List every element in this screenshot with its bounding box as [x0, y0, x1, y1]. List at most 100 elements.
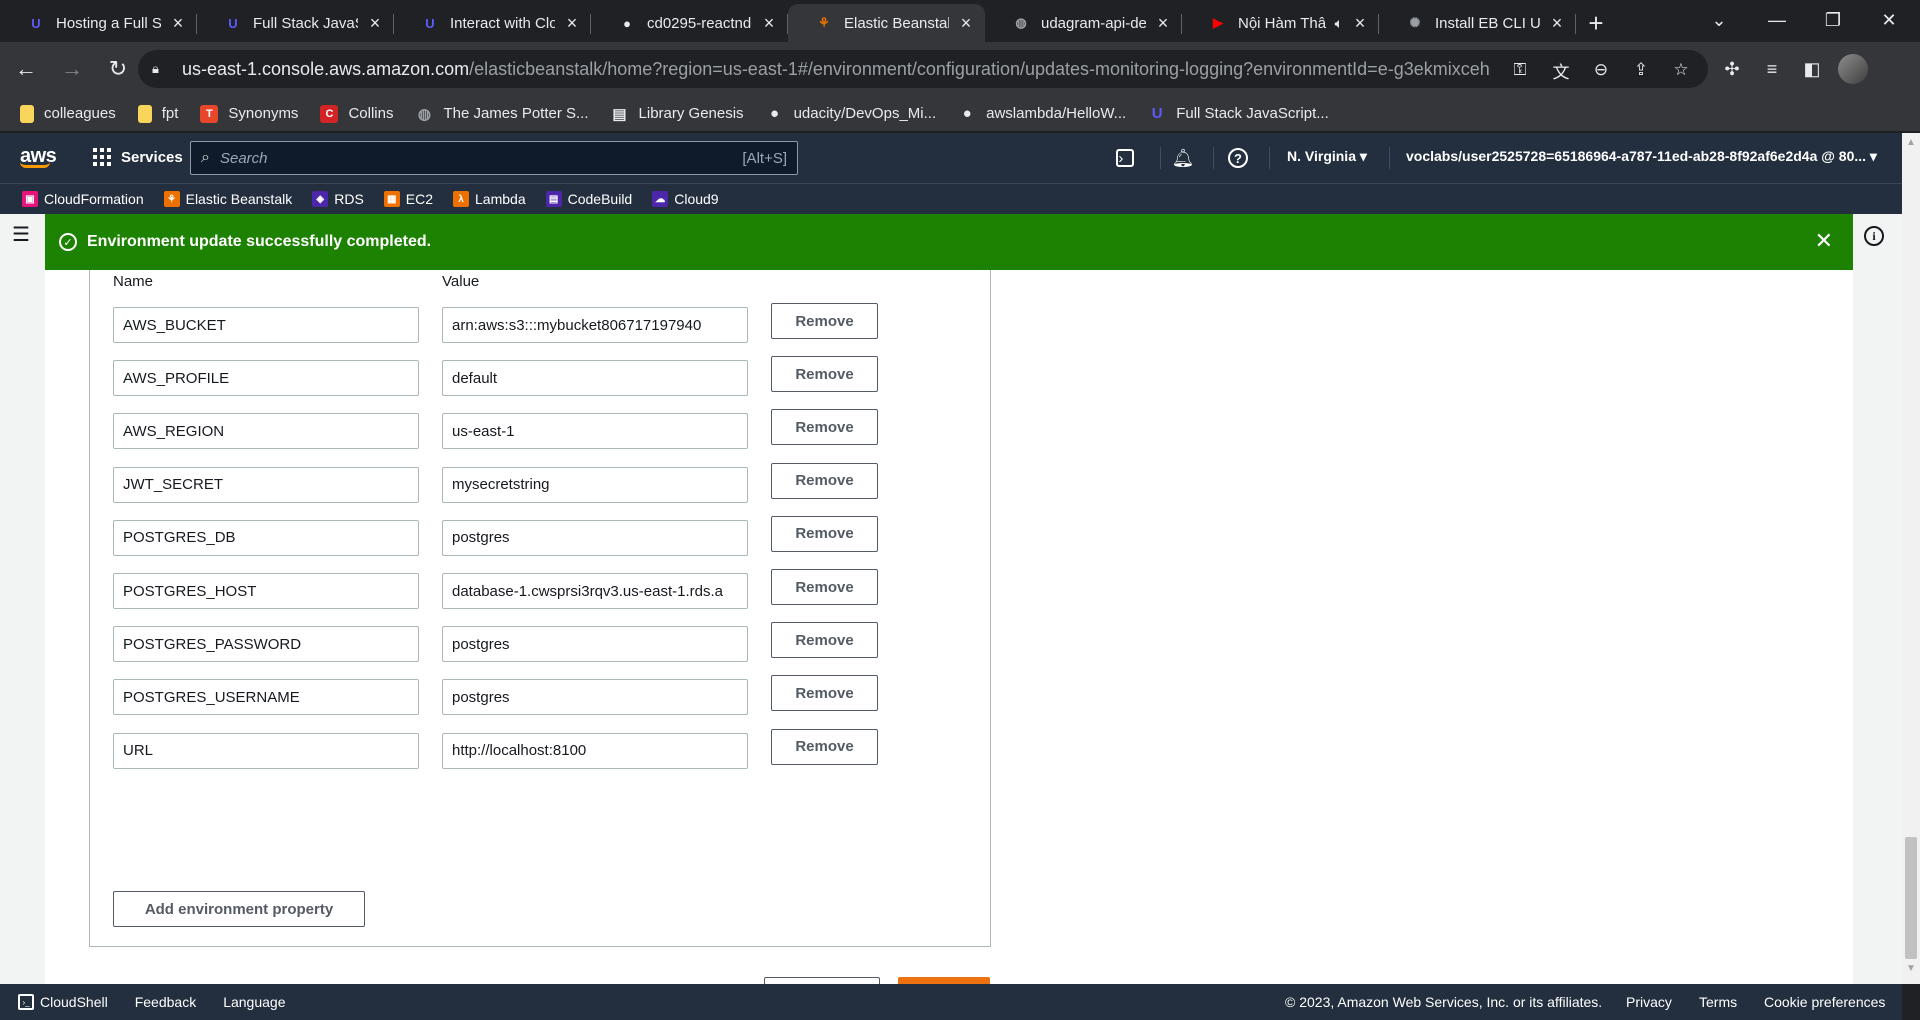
property-value-input[interactable]: us-east-1	[442, 413, 748, 450]
property-value-input[interactable]: default	[442, 360, 748, 397]
close-tab-icon[interactable]: ×	[563, 14, 581, 32]
restore-button[interactable]: ❐	[1810, 0, 1856, 40]
remove-property-button[interactable]: Remove	[771, 356, 878, 393]
zoom-icon[interactable]: ⊖	[1590, 59, 1612, 81]
close-tab-icon[interactable]: ×	[760, 14, 778, 32]
notifications-bell-icon[interactable]: 🔔︎	[1171, 146, 1195, 170]
add-environment-property-button[interactable]: Add environment property	[113, 891, 365, 927]
close-tab-icon[interactable]: ×	[1154, 14, 1172, 32]
translate-icon[interactable]: 文	[1550, 59, 1572, 82]
bookmark-star-icon[interactable]: ☆	[1670, 59, 1692, 81]
bookmark-item[interactable]: ◍ The James Potter S...	[415, 105, 589, 123]
favorite-service-ec2[interactable]: ▦ EC2	[383, 191, 433, 207]
scrollbar-thumb[interactable]	[1905, 837, 1917, 959]
remove-property-button[interactable]: Remove	[771, 462, 878, 499]
profile-avatar[interactable]	[1838, 54, 1868, 84]
address-bar[interactable]: 🔒︎ us-east-1.console.aws.amazon.com/elas…	[138, 50, 1708, 88]
property-name-input[interactable]: JWT_SECRET	[113, 466, 419, 503]
bookmark-item[interactable]: ● udacity/DevOps_Mi...	[766, 105, 936, 123]
cookie-preferences-link[interactable]: Cookie preferences	[1764, 994, 1885, 1010]
bookmark-item[interactable]: colleagues	[20, 104, 116, 123]
terms-link[interactable]: Terms	[1699, 994, 1737, 1010]
scroll-up-arrow-icon[interactable]: ▲	[1902, 137, 1920, 151]
back-button[interactable]: ←	[6, 49, 46, 89]
aws-logo[interactable]: aws	[20, 145, 57, 168]
property-name-input[interactable]: AWS_REGION	[113, 413, 419, 450]
scroll-down-arrow-icon[interactable]: ▼	[1902, 963, 1920, 977]
extensions-icon[interactable]: ✣	[1719, 56, 1745, 82]
bookmark-item[interactable]: T Synonyms	[200, 104, 298, 123]
property-name-input[interactable]: POSTGRES_HOST	[113, 573, 419, 609]
browser-tab[interactable]: ✺ Install EB CLI Ubu ×	[1379, 4, 1576, 42]
property-value-input[interactable]: arn:aws:s3:::mybucket806717197940	[442, 307, 748, 343]
browser-tab[interactable]: ⚘ Elastic Beanstalk ×	[788, 4, 985, 42]
tab-search-icon[interactable]: ⌄	[1696, 0, 1742, 40]
favorite-service-rds[interactable]: ◈ RDS	[312, 191, 364, 207]
key-icon[interactable]: ⚿	[1509, 59, 1531, 81]
property-name-input[interactable]: AWS_PROFILE	[113, 360, 419, 397]
remove-property-button[interactable]: Remove	[771, 515, 878, 552]
property-name-input[interactable]: POSTGRES_DB	[113, 519, 419, 556]
favorite-service-lambda[interactable]: λ Lambda	[453, 191, 526, 207]
close-tab-icon[interactable]: ×	[1351, 14, 1369, 32]
reload-button[interactable]: ↻	[98, 49, 138, 89]
property-value-input[interactable]: postgres	[442, 679, 748, 716]
apply-button[interactable]	[898, 977, 990, 984]
account-menu[interactable]: voclabs/user2525728=65186964-a787-11ed-a…	[1406, 148, 1877, 165]
remove-property-button[interactable]: Remove	[771, 728, 878, 765]
audio-playing-icon[interactable]: 🔈︎	[1335, 15, 1343, 32]
browser-tab[interactable]: ◍ udagram-api-dev ×	[985, 4, 1182, 42]
bookmark-item[interactable]: ▤ Library Genesis	[611, 105, 743, 123]
forward-button[interactable]: →	[52, 49, 92, 89]
media-control-icon[interactable]: ≡	[1759, 56, 1785, 82]
bookmark-item[interactable]: U Full Stack JavaScript...	[1148, 105, 1329, 123]
property-value-input[interactable]: database-1.cwsprsi3rqv3.us-east-1.rds.a	[442, 573, 748, 609]
remove-property-button[interactable]: Remove	[771, 409, 878, 446]
property-value-input[interactable]: mysecretstring	[442, 466, 748, 503]
help-icon[interactable]: ?	[1228, 148, 1248, 168]
favorite-service-cloud9[interactable]: ☁ Cloud9	[652, 191, 719, 207]
cancel-button[interactable]	[764, 977, 880, 984]
search-input[interactable]: ⌕ Search [Alt+S]	[190, 141, 798, 175]
feedback-link[interactable]: Feedback	[135, 994, 196, 1010]
hamburger-menu-icon[interactable]: ☰	[12, 225, 32, 245]
cloudshell-button[interactable]: ›_ CloudShell	[18, 994, 108, 1010]
browser-tab[interactable]: ● cd0295-reactnd-c ×	[591, 4, 788, 42]
bookmark-item[interactable]: fpt	[137, 104, 178, 123]
property-name-input[interactable]: AWS_BUCKET	[113, 307, 419, 343]
favorite-service-elastic-beanstalk[interactable]: ⚘ Elastic Beanstalk	[163, 191, 292, 207]
remove-property-button[interactable]: Remove	[771, 675, 878, 712]
info-icon[interactable]: i	[1864, 226, 1884, 246]
remove-property-button[interactable]: Remove	[771, 569, 878, 605]
close-tab-icon[interactable]: ×	[1548, 14, 1566, 32]
property-value-input[interactable]: postgres	[442, 519, 748, 556]
close-tab-icon[interactable]: ×	[169, 14, 187, 32]
property-name-input[interactable]: POSTGRES_PASSWORD	[113, 626, 419, 663]
share-icon[interactable]: ⇪	[1630, 59, 1652, 81]
language-link[interactable]: Language	[223, 994, 285, 1010]
browser-tab[interactable]: U Full Stack JavaScript ×	[197, 4, 394, 42]
property-value-input[interactable]: postgres	[442, 626, 748, 663]
favorite-service-cloudformation[interactable]: ▣ CloudFormation	[22, 191, 144, 207]
new-tab-button[interactable]: +	[1576, 4, 1616, 42]
property-name-input[interactable]: POSTGRES_USERNAME	[113, 679, 419, 716]
property-name-input[interactable]: URL	[113, 732, 419, 769]
favorite-service-codebuild[interactable]: ▤ CodeBuild	[545, 191, 632, 207]
side-panel-icon[interactable]: ◧	[1799, 56, 1825, 82]
close-tab-icon[interactable]: ×	[366, 14, 384, 32]
close-window-button[interactable]: ✕	[1866, 0, 1912, 40]
remove-property-button[interactable]: Remove	[771, 622, 878, 659]
remove-property-button[interactable]: Remove	[771, 303, 878, 339]
browser-tab[interactable]: U Interact with Cloud ×	[394, 4, 591, 42]
dismiss-flash-icon[interactable]: ✕	[1815, 229, 1833, 253]
browser-tab[interactable]: ▶ Nội Hàm Thâ 🔈︎ ×	[1182, 4, 1379, 42]
browser-tab[interactable]: U Hosting a Full Stack ×	[0, 4, 197, 42]
close-tab-icon[interactable]: ×	[957, 14, 975, 32]
bookmark-item[interactable]: ● awslambda/HelloW...	[958, 105, 1127, 123]
privacy-link[interactable]: Privacy	[1626, 994, 1672, 1010]
bookmark-item[interactable]: C Collins	[320, 104, 393, 123]
page-scrollbar[interactable]: ▲ ▼	[1902, 133, 1920, 984]
property-value-input[interactable]: http://localhost:8100	[442, 732, 748, 769]
minimize-button[interactable]: —	[1754, 0, 1800, 40]
region-selector[interactable]: N. Virginia ▾	[1287, 148, 1367, 165]
